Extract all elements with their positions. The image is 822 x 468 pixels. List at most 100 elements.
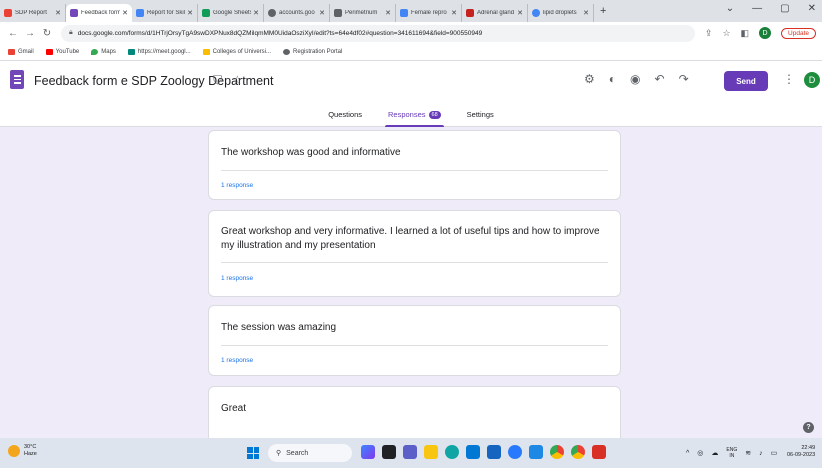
help-icon[interactable]: ?: [803, 422, 814, 433]
response-card: The workshop was good and informative 1 …: [208, 130, 621, 200]
close-window-icon[interactable]: ✕: [808, 3, 816, 14]
close-icon[interactable]: ✕: [385, 9, 391, 17]
bookmark-colleges[interactable]: Colleges of Universi...: [202, 49, 271, 55]
bookmark-gmail[interactable]: Gmail: [8, 49, 34, 55]
docs-favicon-icon: [400, 9, 408, 17]
palette-icon[interactable]: ◐: [609, 72, 616, 86]
reload-icon[interactable]: ↻: [40, 28, 54, 39]
browser-tab-active[interactable]: Feedback form ✕: [66, 4, 132, 22]
store-icon[interactable]: [466, 445, 480, 459]
undo-icon[interactable]: ↶: [655, 72, 665, 86]
battery-icon[interactable]: ▭: [771, 449, 778, 457]
taskbar-search[interactable]: ⚲ Search: [268, 444, 352, 462]
chat-icon[interactable]: [403, 445, 417, 459]
tray-app-icon[interactable]: ◎: [697, 449, 703, 457]
close-icon[interactable]: ✕: [187, 9, 193, 17]
bookmark-youtube[interactable]: YouTube: [45, 49, 79, 55]
response-card: The session was amazing 1 response: [208, 305, 621, 376]
bookmark-meet[interactable]: https://meet.googl...: [127, 49, 191, 55]
browser-tab[interactable]: Report for Skil ✕: [132, 4, 198, 22]
browser-tab[interactable]: lipid droplets ✕: [528, 4, 594, 22]
chrome-icon[interactable]: [550, 445, 564, 459]
tab-search-icon[interactable]: ⌄: [726, 3, 734, 14]
windows-taskbar: 30°C Haze ⚲ Search ^ ◎ ☁ ENG IN ≋ ♪ ▭ 22…: [0, 438, 822, 468]
volume-icon[interactable]: ♪: [759, 450, 763, 457]
star-icon[interactable]: ☆: [232, 73, 243, 88]
tab-questions[interactable]: Questions: [325, 102, 365, 127]
divider: [221, 262, 608, 263]
browser-tab[interactable]: Perimetrium ✕: [330, 4, 396, 22]
windows-start-icon[interactable]: [247, 447, 259, 459]
clock[interactable]: 22:49 06-09-2023: [787, 445, 815, 459]
meet-icon: [127, 49, 135, 55]
maximize-icon[interactable]: ▢: [780, 3, 789, 14]
response-count-link[interactable]: 1 response: [221, 357, 253, 364]
weather-widget[interactable]: 30°C Haze: [8, 444, 37, 458]
close-icon[interactable]: ✕: [55, 9, 61, 17]
redo-icon[interactable]: ↷: [679, 72, 689, 86]
preview-eye-icon[interactable]: ◉: [630, 72, 640, 86]
copilot-icon[interactable]: [361, 445, 375, 459]
app-icon[interactable]: [529, 445, 543, 459]
lock-icon[interactable]: 🔒︎: [69, 29, 73, 37]
profile-avatar[interactable]: D: [759, 27, 772, 39]
browser-tab[interactable]: Female repro ✕: [396, 4, 462, 22]
settings-icon[interactable]: [508, 445, 522, 459]
language-indicator[interactable]: ENG IN: [726, 447, 737, 459]
address-bar[interactable]: 🔒︎ docs.google.com/forms/d/1HTrjOrsyTgA9…: [61, 24, 695, 42]
browser-tab[interactable]: Google Sheets ✕: [198, 4, 264, 22]
search-icon: ⚲: [276, 450, 282, 457]
responses-list[interactable]: The workshop was good and informative 1 …: [0, 127, 822, 438]
forward-icon[interactable]: →: [23, 28, 37, 39]
weather-sun-icon: [8, 445, 20, 457]
close-icon[interactable]: ✕: [253, 9, 259, 17]
close-icon[interactable]: ✕: [122, 9, 128, 17]
account-avatar[interactable]: D: [804, 72, 820, 88]
close-icon[interactable]: ✕: [451, 9, 457, 17]
chrome-icon[interactable]: [571, 445, 585, 459]
tray-app-icon[interactable]: ☁: [711, 449, 718, 457]
acrobat-icon[interactable]: [592, 445, 606, 459]
minimize-icon[interactable]: —: [752, 3, 762, 14]
bookmark-maps[interactable]: Maps: [91, 49, 116, 55]
wifi-icon[interactable]: ≋: [745, 449, 751, 457]
task-view-icon[interactable]: [382, 445, 396, 459]
tab-settings[interactable]: Settings: [464, 102, 497, 127]
lang-region: IN: [729, 453, 735, 459]
tab-responses[interactable]: Responses 68: [385, 102, 444, 127]
weather-desc: Haze: [24, 451, 37, 457]
addons-puzzle-icon[interactable]: ⚙: [584, 72, 595, 86]
close-icon[interactable]: ✕: [319, 9, 325, 17]
response-count-link[interactable]: 1 response: [221, 275, 253, 282]
back-icon[interactable]: ←: [6, 28, 20, 39]
more-menu-icon[interactable]: ⋮: [783, 72, 795, 86]
tab-responses-label: Responses: [388, 110, 426, 119]
bookmark-registration[interactable]: Registration Portal: [282, 49, 342, 55]
responses-count-badge: 68: [428, 110, 441, 119]
divider: [221, 345, 608, 346]
response-text: The session was amazing: [221, 322, 337, 333]
browser-tab[interactable]: SDP Report ✕: [0, 4, 66, 22]
share-icon[interactable]: ⇪: [705, 28, 713, 39]
close-icon[interactable]: ✕: [583, 9, 589, 17]
clock-date: 06-09-2023: [787, 452, 816, 458]
update-button[interactable]: Update: [781, 27, 816, 39]
response-text: The workshop was good and informative: [221, 147, 401, 158]
browser-tab[interactable]: Adrenal gland ✕: [462, 4, 528, 22]
move-to-folder-icon[interactable]: ⛉: [213, 73, 222, 88]
file-explorer-icon[interactable]: [424, 445, 438, 459]
send-button[interactable]: Send: [724, 71, 768, 91]
close-icon[interactable]: ✕: [517, 9, 523, 17]
google-forms-logo-icon[interactable]: [10, 70, 24, 89]
new-tab-button[interactable]: +: [600, 5, 606, 17]
bookmark-star-icon[interactable]: ☆: [722, 28, 730, 39]
gmail-favicon-icon: [4, 9, 12, 17]
forms-favicon-icon: [70, 9, 78, 17]
side-panel-icon[interactable]: ◧: [741, 28, 750, 39]
mail-icon[interactable]: [487, 445, 501, 459]
chevron-up-icon[interactable]: ^: [686, 450, 689, 457]
edge-icon[interactable]: [445, 445, 459, 459]
browser-tab[interactable]: accounts.goo ✕: [264, 4, 330, 22]
response-count-link[interactable]: 1 response: [221, 182, 253, 189]
system-tray: ^ ◎ ☁ ENG IN ≋ ♪ ▭: [686, 447, 777, 459]
